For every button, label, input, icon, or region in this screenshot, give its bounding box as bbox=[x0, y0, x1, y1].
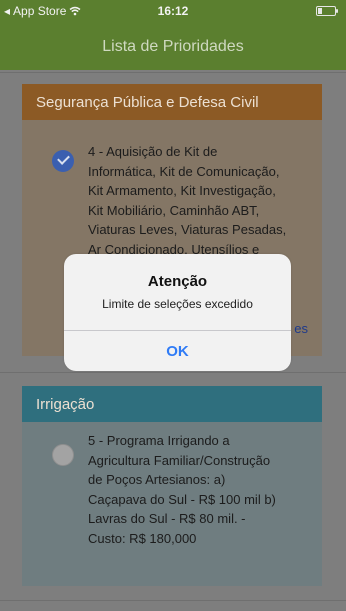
page-title: Lista de Prioridades bbox=[102, 38, 244, 55]
list-divider bbox=[0, 72, 346, 73]
section-header: Segurança Pública e Defesa Civil bbox=[22, 84, 322, 120]
see-more-link[interactable]: es bbox=[294, 321, 308, 336]
list-divider bbox=[0, 372, 346, 373]
item-5-checkbox[interactable] bbox=[52, 444, 74, 466]
alert-dialog: Atenção Limite de seleções excedido OK bbox=[64, 254, 291, 371]
section-body: 5 - Programa Irrigando a Agricultura Fam… bbox=[22, 422, 322, 586]
battery-icon bbox=[316, 6, 338, 16]
ok-button[interactable]: OK bbox=[64, 331, 291, 371]
status-bar: ◂ App Store 16:12 bbox=[0, 0, 346, 22]
section-header: Irrigação bbox=[22, 386, 322, 422]
alert-message: Limite de seleções excedido bbox=[102, 297, 253, 311]
item-4-text[interactable]: 4 - Aquisição de Kit de Informática, Kit… bbox=[88, 142, 313, 259]
status-time: 16:12 bbox=[157, 4, 189, 18]
app-header: ◂ App Store 16:12 Lista de Prioridades bbox=[0, 0, 346, 70]
item-5-text[interactable]: 5 - Programa Irrigando a Agricultura Fam… bbox=[88, 431, 313, 548]
item-4-checkbox[interactable] bbox=[52, 150, 74, 172]
section-irrigation: Irrigação 5 - Programa Irrigando a Agric… bbox=[22, 386, 322, 586]
list-divider bbox=[0, 600, 346, 601]
alert-title: Atenção bbox=[147, 273, 208, 290]
